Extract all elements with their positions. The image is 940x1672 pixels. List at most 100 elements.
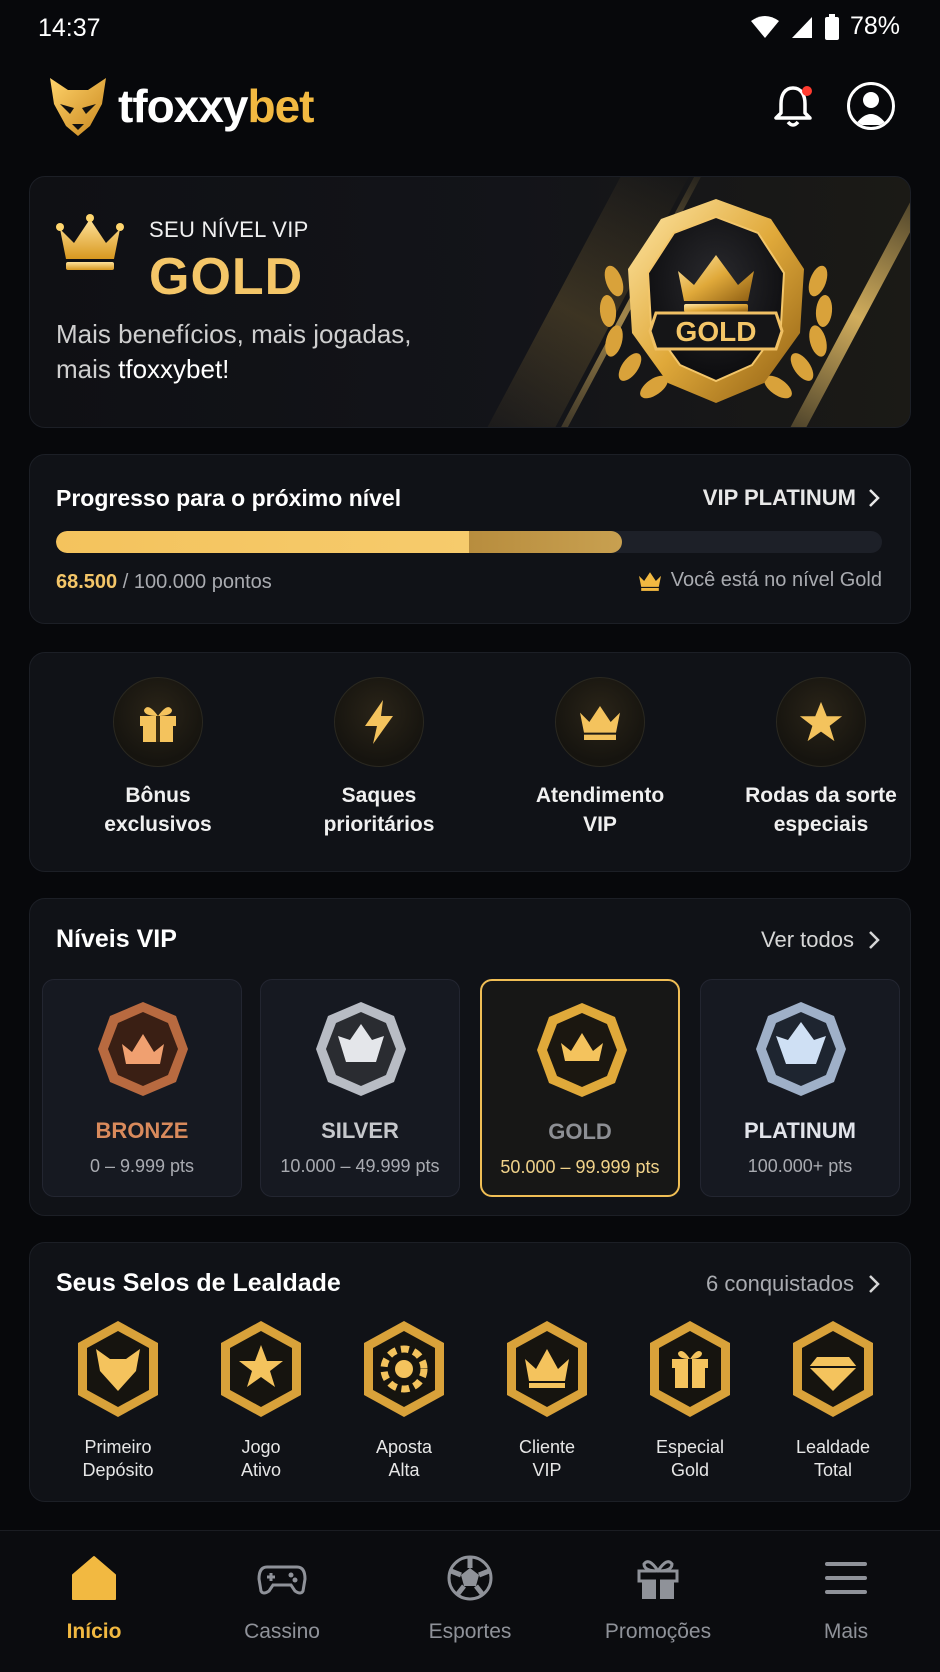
nav-casino[interactable]: Cassino bbox=[188, 1553, 376, 1644]
see-all-label: Ver todos bbox=[761, 927, 854, 952]
level-name: SILVER bbox=[321, 1118, 399, 1143]
benefit-label-line2: especiais bbox=[773, 813, 869, 836]
nav-promotions[interactable]: Promoções bbox=[564, 1553, 752, 1644]
home-icon bbox=[72, 1556, 116, 1600]
level-card-gold[interactable]: GOLD 50.000 – 99.999 pts bbox=[480, 979, 680, 1197]
gift-icon bbox=[140, 707, 176, 742]
benefit-exclusive-bonus[interactable]: Bônus exclusivos bbox=[58, 677, 258, 839]
level-card-silver[interactable]: SILVER 10.000 – 49.999 pts bbox=[260, 979, 460, 1197]
benefit-label: Atendimento VIP bbox=[500, 781, 700, 839]
benefit-icon-wrap bbox=[555, 677, 645, 767]
level-range: 50.000 – 99.999 pts bbox=[500, 1157, 660, 1177]
diamond-icon bbox=[793, 1321, 873, 1417]
seal-total-loyalty[interactable]: Lealdade Total bbox=[768, 1319, 898, 1482]
notifications-button[interactable] bbox=[772, 84, 814, 128]
crown-icon bbox=[638, 571, 661, 591]
benefit-special-spins[interactable]: Rodas da sorte especiais bbox=[721, 677, 910, 839]
progress-points: 68.500 / 100.000 pontos bbox=[56, 571, 272, 594]
level-name: GOLD bbox=[548, 1119, 612, 1144]
vip-tagline: Mais benefícios, mais jogadas, mais tfox… bbox=[56, 317, 476, 387]
benefit-label-line2: VIP bbox=[583, 813, 617, 836]
seal-vip-client[interactable]: Cliente VIP bbox=[482, 1319, 612, 1482]
bronze-badge-icon bbox=[98, 1002, 188, 1096]
gold-badge-text: GOLD bbox=[676, 316, 757, 347]
crown-icon bbox=[580, 706, 620, 740]
profile-button[interactable] bbox=[847, 82, 895, 130]
app-header: tfoxxybet bbox=[0, 64, 940, 156]
nav-label: Mais bbox=[823, 1620, 869, 1643]
benefit-icon-wrap bbox=[334, 677, 424, 767]
benefit-icon-wrap bbox=[776, 677, 866, 767]
seal-label-line1: Cliente bbox=[518, 1437, 576, 1457]
seal-first-deposit[interactable]: Primeiro Depósito bbox=[53, 1319, 183, 1482]
menu-icon bbox=[825, 1562, 867, 1594]
lightning-icon bbox=[365, 700, 393, 744]
benefit-label-line2: prioritários bbox=[323, 813, 435, 836]
seal-label: Jogo Ativo bbox=[196, 1436, 326, 1482]
benefit-vip-support[interactable]: Atendimento VIP bbox=[500, 677, 700, 839]
seal-label-line2: Depósito bbox=[82, 1460, 154, 1480]
progress-card: Progresso para o próximo nível VIP PLATI… bbox=[29, 454, 911, 624]
nav-home[interactable]: Início bbox=[0, 1553, 188, 1644]
chevron-right-icon bbox=[869, 489, 880, 507]
wifi-icon bbox=[750, 15, 779, 38]
current-points: 68.500 bbox=[56, 571, 118, 593]
progress-bar-fill bbox=[56, 531, 622, 553]
nav-sports[interactable]: Esportes bbox=[376, 1553, 564, 1644]
seal-label: Primeiro Depósito bbox=[53, 1436, 183, 1482]
benefit-label: Saques prioritários bbox=[279, 781, 479, 839]
seal-active-game[interactable]: Jogo Ativo bbox=[196, 1319, 326, 1482]
level-range: 100.000+ pts bbox=[747, 1156, 853, 1176]
next-level-link[interactable]: VIP PLATINUM bbox=[703, 485, 880, 511]
nav-label: Promoções bbox=[604, 1620, 712, 1643]
bottom-navigation: Início Cassino Esportes Promoções Mais bbox=[0, 1530, 940, 1672]
loyalty-title: Seus Selos de Lealdade bbox=[56, 1269, 341, 1297]
loyalty-count-link[interactable]: 6 conquistados bbox=[706, 1271, 880, 1297]
seal-gold-special[interactable]: Especial Gold bbox=[625, 1319, 755, 1482]
platinum-badge-icon bbox=[756, 1002, 846, 1096]
seal-label-line2: Ativo bbox=[240, 1460, 282, 1480]
notification-dot bbox=[802, 86, 812, 96]
gift-icon bbox=[650, 1321, 730, 1417]
seal-label-line2: VIP bbox=[532, 1460, 562, 1480]
nav-label: Cassino bbox=[244, 1620, 320, 1643]
level-range: 0 – 9.999 pts bbox=[89, 1156, 195, 1176]
level-card-platinum[interactable]: PLATINUM 100.000+ pts bbox=[700, 979, 900, 1197]
benefit-priority-withdrawals[interactable]: Saques prioritários bbox=[279, 677, 479, 839]
nav-label: Início bbox=[66, 1620, 122, 1643]
level-name: BRONZE bbox=[95, 1118, 189, 1143]
benefit-label-line1: Atendimento bbox=[535, 784, 665, 807]
status-icons: 78% bbox=[750, 12, 900, 41]
vip-levels-card: Níveis VIP Ver todos BRONZE 0 – 9.999 pt… bbox=[29, 898, 911, 1216]
seal-label-line1: Especial bbox=[655, 1437, 725, 1457]
vip-tagline-line1: Mais benefícios, mais jogadas, bbox=[56, 319, 412, 349]
chevron-right-icon bbox=[869, 1275, 880, 1293]
vip-tagline-prefix: mais bbox=[56, 354, 119, 384]
seal-high-bet[interactable]: Aposta Alta bbox=[339, 1319, 469, 1482]
benefit-label: Bônus exclusivos bbox=[58, 781, 258, 839]
silver-badge-icon bbox=[316, 1002, 406, 1096]
level-card-bronze[interactable]: BRONZE 0 – 9.999 pts bbox=[42, 979, 242, 1197]
nav-label: Esportes bbox=[428, 1620, 512, 1643]
seal-label-line2: Alta bbox=[388, 1460, 420, 1480]
benefit-label-line2: exclusivos bbox=[104, 813, 212, 836]
seal-label: Aposta Alta bbox=[339, 1436, 469, 1482]
gamepad-icon bbox=[257, 1565, 307, 1595]
benefit-label-line1: Rodas da sorte bbox=[745, 784, 897, 807]
seal-label-line2: Total bbox=[813, 1460, 853, 1480]
gold-badge-icon bbox=[537, 1003, 627, 1097]
logo-text: tfoxxybet bbox=[118, 79, 314, 133]
signal-icon bbox=[791, 16, 812, 38]
chevron-right-icon bbox=[869, 931, 880, 949]
vip-tagline-brand: tfoxxybet! bbox=[118, 354, 230, 384]
see-all-levels-link[interactable]: Ver todos bbox=[761, 927, 880, 953]
fox-icon bbox=[78, 1321, 158, 1417]
logo-text-part1: tfoxxy bbox=[118, 80, 248, 132]
status-bar: 14:37 78% bbox=[0, 0, 940, 56]
benefit-label-line1: Bônus bbox=[125, 784, 191, 807]
nav-more[interactable]: Mais bbox=[752, 1553, 940, 1644]
fox-logo-icon bbox=[50, 78, 106, 136]
benefit-label-line1: Saques bbox=[341, 784, 417, 807]
logo[interactable]: tfoxxybet bbox=[46, 74, 314, 138]
benefit-label: Rodas da sorte especiais bbox=[721, 781, 910, 839]
